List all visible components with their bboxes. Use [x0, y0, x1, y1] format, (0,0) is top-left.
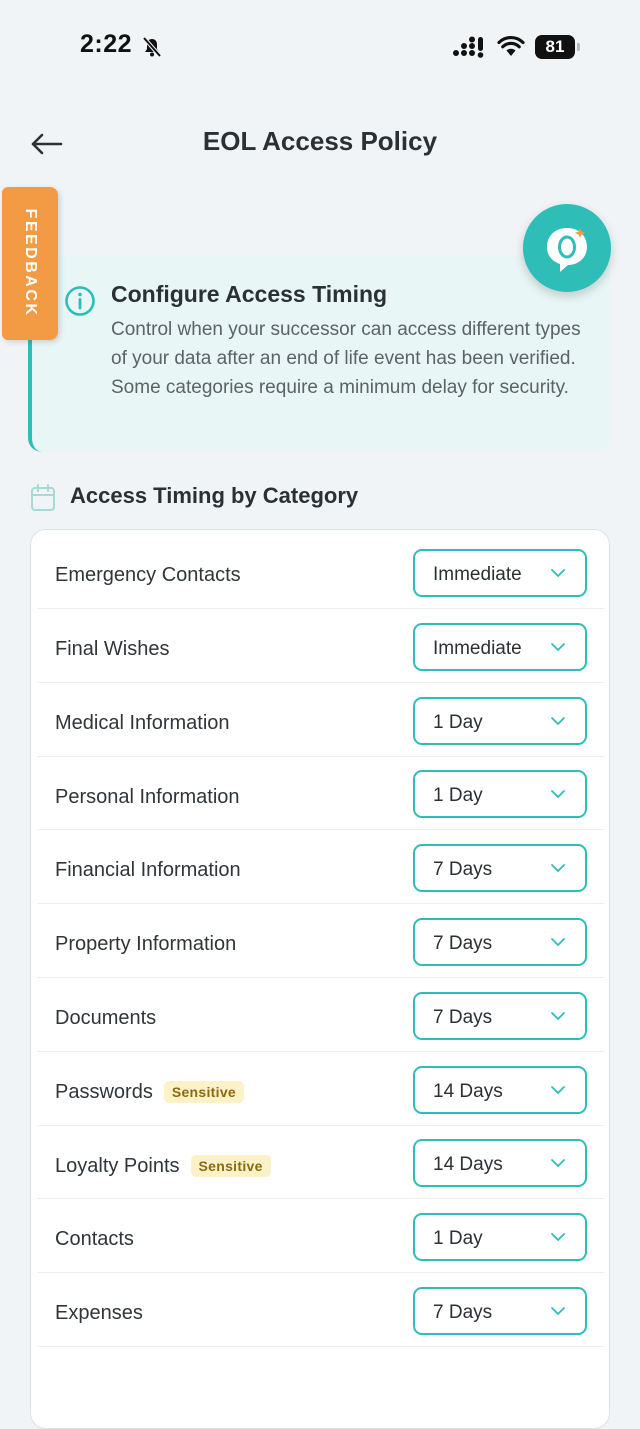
timing-value: 7 Days: [433, 1006, 493, 1028]
chevron-down-icon: [551, 1085, 565, 1094]
category-row: Loyalty Points Sensitive 14 Days: [37, 1125, 604, 1200]
timing-dropdown[interactable]: 7 Days: [413, 918, 587, 966]
timing-dropdown[interactable]: 14 Days: [413, 1139, 587, 1188]
chat-bubble-icon: [547, 228, 587, 272]
chevron-down-icon: [551, 1307, 565, 1315]
category-label: Contacts: [55, 1228, 134, 1251]
category-name: Expenses: [55, 1302, 143, 1325]
category-name: Passwords: [55, 1080, 153, 1103]
timing-dropdown[interactable]: 7 Days: [413, 844, 587, 893]
sensitive-badge: Sensitive: [163, 1081, 244, 1104]
timing-dropdown[interactable]: 1 Day: [413, 1213, 587, 1262]
chevron-down-icon: [551, 1233, 565, 1242]
category-name: Medical Information: [55, 711, 230, 734]
category-row: Personal Information 1 Day: [37, 756, 604, 831]
chevron-down-icon: [551, 938, 565, 946]
timing-dropdown[interactable]: 14 Days: [413, 1065, 587, 1114]
timing-dropdown[interactable]: 7 Days: [413, 991, 587, 1040]
info-body: Control when your successor can access d…: [111, 319, 581, 398]
category-label: Documents: [55, 1007, 156, 1030]
category-label: Personal Information: [55, 785, 240, 808]
category-row: Medical Information 1 Day: [37, 683, 604, 757]
category-row: Passwords Sensitive 14 Days: [37, 1052, 604, 1126]
info-icon: [65, 286, 95, 316]
chevron-down-icon: [551, 1159, 565, 1168]
calendar-icon: [31, 484, 55, 511]
timing-dropdown[interactable]: 1 Day: [413, 770, 587, 819]
status-time: 2:22: [80, 30, 133, 58]
category-label: Expenses: [55, 1302, 143, 1325]
categories-card: Emergency Contacts Immediate Final Wishes I…: [30, 529, 610, 1429]
category-row: Property Information 7 Days: [37, 904, 604, 978]
timing-value: 14 Days: [433, 1080, 503, 1102]
category-name: Emergency Contacts: [55, 564, 241, 587]
category-label: Emergency Contacts: [55, 564, 241, 587]
category-name: Personal Information: [55, 785, 240, 808]
wifi-icon: [497, 35, 525, 56]
timing-dropdown[interactable]: 7 Days: [413, 1287, 587, 1335]
timing-dropdown[interactable]: Immediate: [413, 549, 587, 597]
category-row: Contacts 1 Day: [37, 1199, 604, 1274]
category-name: Contacts: [55, 1228, 134, 1251]
battery-level: 81: [535, 35, 575, 59]
status-bar: 2:22 81: [0, 0, 640, 96]
timing-value: 1 Day: [433, 785, 483, 807]
category-label: Loyalty Points Sensitive: [55, 1154, 271, 1178]
chevron-down-icon: [551, 642, 565, 651]
timing-value: 1 Day: [433, 1228, 483, 1250]
chevron-down-icon: [551, 864, 565, 873]
timing-value: 7 Days: [433, 1302, 493, 1323]
sensitive-badge: Sensitive: [190, 1155, 271, 1178]
feedback-tab[interactable]: FEEDBACK: [2, 187, 58, 340]
chevron-down-icon: [551, 716, 565, 725]
signal-icon: [453, 36, 484, 58]
category-name: Financial Information: [55, 859, 241, 882]
category-label: Passwords Sensitive: [55, 1081, 244, 1104]
feedback-label: FEEDBACK: [22, 208, 39, 318]
chevron-down-icon: [551, 569, 565, 577]
timing-value: 7 Days: [433, 933, 493, 954]
category-name: Documents: [55, 1007, 157, 1030]
bell-off-icon: [142, 36, 162, 58]
timing-value: 7 Days: [433, 859, 493, 881]
timing-value: 1 Day: [433, 711, 483, 733]
category-name: Final Wishes: [55, 638, 170, 661]
info-card: Configure Access Timing Control when you…: [28, 256, 610, 452]
category-label: Medical Information: [55, 712, 230, 735]
category-row: Emergency Contacts Immediate: [37, 535, 604, 609]
section-title: Access Timing by Category: [70, 483, 359, 508]
timing-dropdown[interactable]: Immediate: [413, 622, 587, 671]
category-name: Loyalty Points: [55, 1154, 180, 1177]
assistant-button[interactable]: [523, 204, 611, 292]
category-name: Property Information: [55, 933, 237, 956]
timing-value: Immediate: [433, 637, 522, 659]
chevron-down-icon: [551, 790, 565, 799]
category-row: Documents 7 Days: [37, 978, 604, 1052]
timing-value: Immediate: [433, 564, 522, 585]
chevron-down-icon: [551, 1011, 565, 1020]
page-title: EOL Access Policy: [202, 126, 438, 156]
battery-icon: 81: [535, 35, 581, 59]
timing-dropdown[interactable]: 1 Day: [413, 696, 587, 745]
timing-value: 14 Days: [433, 1154, 503, 1176]
info-title: Configure Access Timing: [111, 281, 388, 307]
category-row: Final Wishes Immediate: [37, 609, 604, 683]
category-label: Property Information: [55, 933, 236, 956]
category-label: Final Wishes: [55, 638, 169, 661]
category-row: Expenses 7 Days: [37, 1273, 604, 1347]
category-row: Financial Information 7 Days: [37, 830, 604, 905]
category-label: Financial Information: [55, 859, 241, 882]
